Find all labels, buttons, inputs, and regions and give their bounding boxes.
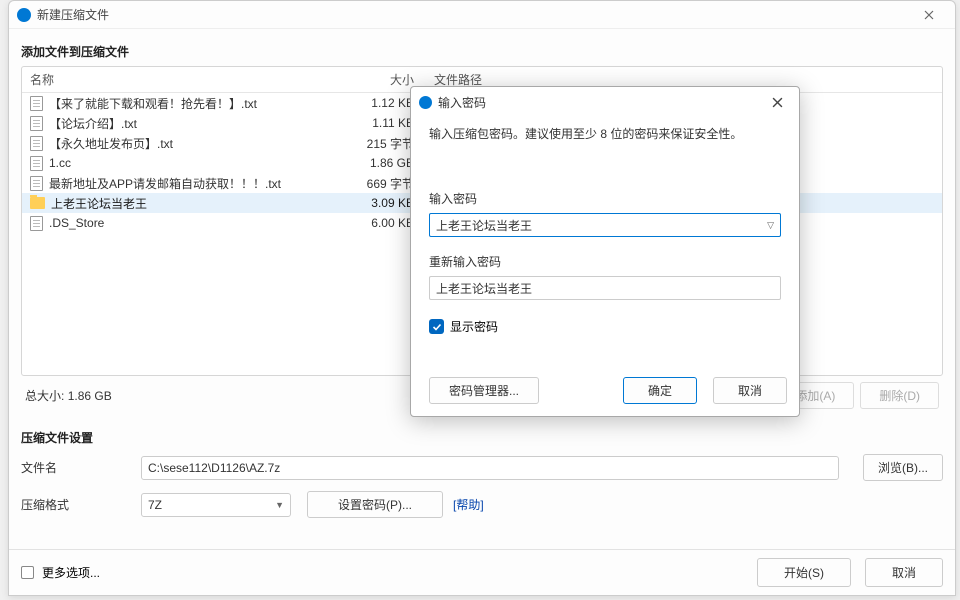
add-files-label: 添加文件到压缩文件 bbox=[21, 43, 943, 60]
show-password-row: 显示密码 bbox=[429, 318, 781, 335]
filename-input[interactable] bbox=[141, 456, 839, 480]
file-name: 【永久地址发布页】.txt bbox=[49, 135, 173, 152]
ok-button[interactable]: 确定 bbox=[623, 377, 697, 404]
file-name-cell: 【来了就能下载和观看！抢先看！】.txt bbox=[22, 95, 362, 112]
check-icon bbox=[432, 322, 442, 332]
bottom-bar: 更多选项... 开始(S) 取消 bbox=[9, 549, 955, 595]
file-name-cell: 上老王论坛当老王 bbox=[22, 195, 362, 212]
browse-button[interactable]: 浏览(B)... bbox=[863, 454, 943, 481]
password-manager-button[interactable]: 密码管理器... bbox=[429, 377, 539, 404]
show-password-checkbox[interactable] bbox=[429, 319, 444, 334]
document-icon bbox=[30, 156, 43, 171]
repeat-password-label: 重新输入密码 bbox=[429, 253, 781, 270]
chevron-down-icon: ▼ bbox=[275, 500, 284, 510]
delete-button[interactable]: 删除(D) bbox=[860, 382, 939, 409]
file-name-cell: 1.cc bbox=[22, 156, 362, 171]
format-label: 压缩格式 bbox=[21, 496, 131, 513]
dialog-body: 输入压缩包密码。建议使用至少 8 位的密码来保证安全性。 输入密码 上老王论坛当… bbox=[411, 117, 799, 369]
file-name: 1.cc bbox=[49, 156, 71, 170]
file-name-cell: 最新地址及APP请发邮箱自动获取！！！.txt bbox=[22, 175, 362, 192]
password-hint: 输入压缩包密码。建议使用至少 8 位的密码来保证安全性。 bbox=[429, 125, 781, 144]
total-size-value: 1.86 GB bbox=[68, 389, 112, 403]
file-name: 上老王论坛当老王 bbox=[51, 195, 147, 212]
cancel-button[interactable]: 取消 bbox=[865, 558, 943, 587]
show-password-label: 显示密码 bbox=[450, 318, 498, 335]
file-name-cell: 【论坛介绍】.txt bbox=[22, 115, 362, 132]
file-name: 【论坛介绍】.txt bbox=[49, 115, 137, 132]
column-name[interactable]: 名称 bbox=[22, 71, 362, 88]
password-dialog: 输入密码 输入压缩包密码。建议使用至少 8 位的密码来保证安全性。 输入密码 上… bbox=[410, 86, 800, 417]
password-value: 上老王论坛当老王 bbox=[436, 217, 532, 234]
password-input[interactable]: 上老王论坛当老王 ▽ bbox=[429, 213, 781, 237]
chevron-down-icon: ▽ bbox=[767, 220, 774, 231]
settings-section-label: 压缩文件设置 bbox=[21, 429, 943, 446]
document-icon bbox=[30, 96, 43, 111]
dialog-app-icon bbox=[419, 96, 432, 109]
close-icon bbox=[924, 10, 934, 20]
file-name: .DS_Store bbox=[49, 216, 104, 230]
file-name: 最新地址及APP请发邮箱自动获取！！！.txt bbox=[49, 175, 281, 192]
file-name-cell: 【永久地址发布页】.txt bbox=[22, 135, 362, 152]
more-options-checkbox[interactable] bbox=[21, 566, 34, 579]
repeat-password-value: 上老王论坛当老王 bbox=[436, 280, 532, 297]
dialog-cancel-button[interactable]: 取消 bbox=[713, 377, 787, 404]
close-window-button[interactable] bbox=[911, 3, 947, 27]
format-row: 压缩格式 7Z ▼ 设置密码(P)... [帮助] bbox=[21, 491, 943, 518]
password-label: 输入密码 bbox=[429, 190, 781, 207]
help-link[interactable]: [帮助] bbox=[453, 496, 484, 513]
dialog-titlebar: 输入密码 bbox=[411, 87, 799, 117]
document-icon bbox=[30, 116, 43, 131]
format-select[interactable]: 7Z ▼ bbox=[141, 493, 291, 517]
document-icon bbox=[30, 216, 43, 231]
titlebar: 新建压缩文件 bbox=[9, 1, 955, 29]
set-password-button[interactable]: 设置密码(P)... bbox=[307, 491, 443, 518]
format-value: 7Z bbox=[148, 498, 162, 512]
file-name: 【来了就能下载和观看！抢先看！】.txt bbox=[49, 95, 257, 112]
app-icon bbox=[17, 8, 31, 22]
filename-row: 文件名 浏览(B)... bbox=[21, 454, 943, 481]
start-button[interactable]: 开始(S) bbox=[757, 558, 851, 587]
dialog-footer: 密码管理器... 确定 取消 bbox=[411, 369, 799, 416]
repeat-password-input[interactable]: 上老王论坛当老王 bbox=[429, 276, 781, 300]
more-options-label: 更多选项... bbox=[42, 564, 100, 581]
dialog-close-button[interactable] bbox=[763, 91, 791, 113]
total-size-label: 总大小: bbox=[25, 387, 64, 404]
dialog-title: 输入密码 bbox=[438, 94, 763, 111]
window-title: 新建压缩文件 bbox=[37, 6, 911, 23]
document-icon bbox=[30, 136, 43, 151]
filename-label: 文件名 bbox=[21, 459, 131, 476]
document-icon bbox=[30, 176, 43, 191]
close-icon bbox=[772, 97, 783, 108]
file-name-cell: .DS_Store bbox=[22, 216, 362, 231]
folder-icon bbox=[30, 197, 45, 209]
